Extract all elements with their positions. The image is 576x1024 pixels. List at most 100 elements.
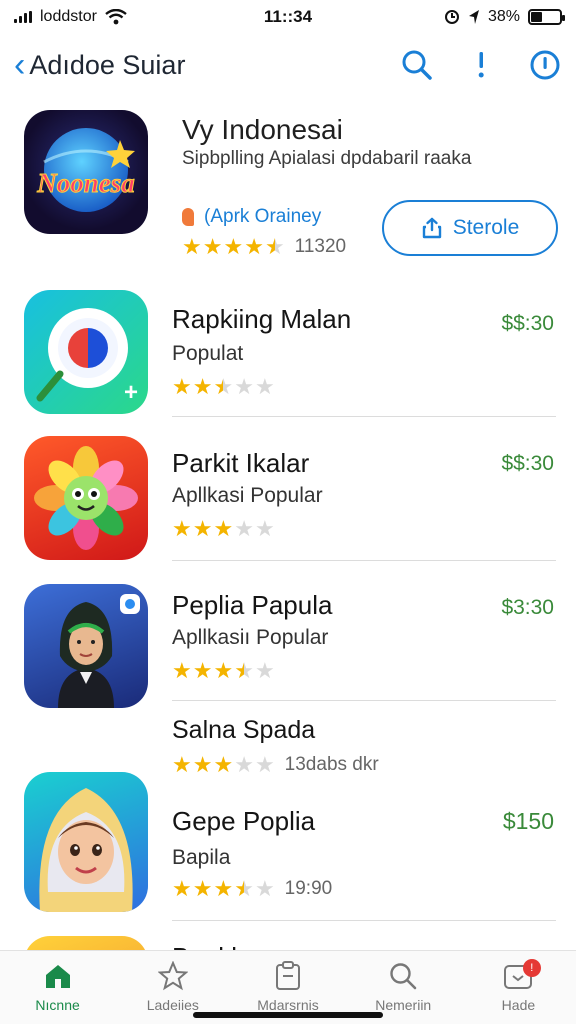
star-rating: ★ ★ ★ ★ ★ xyxy=(172,878,275,900)
tab-bar: Nıcnne Ladeiies Mdarsrnis Nemeriin ! Had… xyxy=(0,950,576,1024)
app-rating: ★ ★ ★ ★ ★ xyxy=(172,518,275,540)
star-icon: ★ xyxy=(254,876,275,901)
star-icon: ★ xyxy=(172,374,192,399)
tab-home[interactable]: Nıcnne xyxy=(0,951,115,1024)
star-rating: ★ ★ ★ ★ ★ xyxy=(172,660,275,682)
app-subtitle: Bapila xyxy=(172,846,231,869)
get-app-button[interactable]: Sterole xyxy=(382,200,558,256)
star-icon: ★ xyxy=(192,658,213,683)
location-icon xyxy=(468,10,479,24)
tab-label: Nıcnne xyxy=(35,997,80,1013)
divider xyxy=(172,416,556,417)
status-bar: loddstor 11::34 38% xyxy=(0,0,576,34)
app-rating: ★ ★ ★ ★ ★ xyxy=(172,376,275,398)
app-price[interactable]: $$:30 xyxy=(501,452,554,476)
star-icon: ★ xyxy=(244,234,264,259)
featured-app-developer[interactable]: (Aprk Orainey xyxy=(182,206,321,228)
divider xyxy=(172,920,556,921)
back-button-label[interactable]: Adıdoe Suiar xyxy=(29,50,185,81)
app-list-item[interactable]: Peplia Papula Apllkasiı Popular ★ ★ ★ ★ ★ $3… xyxy=(0,580,576,708)
featured-app-card[interactable]: Noonesa Vy Indonesai Sipbplling Apialasi… xyxy=(0,100,576,268)
star-icon: ★ xyxy=(234,876,254,901)
get-button-label: Sterole xyxy=(452,216,520,239)
star-icon: ★ xyxy=(213,658,234,683)
hijab-girl-avatar-logo-icon xyxy=(39,788,133,912)
tab-label: Ladeiies xyxy=(146,997,199,1013)
app-subtitle: Apllkasi Popular xyxy=(172,484,323,507)
star-icon: ★ xyxy=(213,374,234,399)
tab-label: Mdarsrnis xyxy=(257,997,319,1013)
developer-badge-icon xyxy=(182,208,194,226)
home-indicator[interactable] xyxy=(193,1012,383,1018)
info-icon xyxy=(530,50,560,80)
star-icon: ★ xyxy=(234,516,254,541)
featured-icon-text: Noonesa xyxy=(36,168,135,198)
star-icon: ★ xyxy=(172,516,192,541)
star-rating: ★ ★ ★ ★ ★ xyxy=(172,376,275,398)
star-icon xyxy=(157,961,188,991)
star-icon: ★ xyxy=(213,516,234,541)
flower-face-logo-icon xyxy=(34,446,138,550)
search-lens-logo-icon: + xyxy=(36,308,138,406)
app-list-item[interactable]: Parkit Ikalar Apllkasi Popular ★ ★ ★ ★ ★ $$:… xyxy=(0,434,576,564)
divider xyxy=(172,560,556,561)
app-title[interactable]: Salna Spada xyxy=(172,716,315,745)
app-list-item[interactable]: Salna Spada ★ ★ ★ ★ ★ 13dabs dkr xyxy=(0,714,576,776)
app-icon[interactable] xyxy=(24,436,148,560)
info-button[interactable] xyxy=(528,48,562,82)
app-title[interactable]: Rapkiing Malan xyxy=(172,304,351,335)
star-icon: ★ xyxy=(254,374,275,399)
developer-label: (Aprk Orainey xyxy=(204,206,322,227)
app-subtitle: Populat xyxy=(172,342,244,365)
back-chevron-icon[interactable]: ‹ xyxy=(14,48,25,82)
featured-app-rating: ★ ★ ★ ★ ★ 11320 xyxy=(182,236,346,258)
tab-label: Hade xyxy=(501,997,536,1013)
star-icon: ★ xyxy=(234,374,254,399)
featured-app-subtitle: Sipbplling Apialasi dpdabaril raaka xyxy=(182,148,472,169)
globe-logo-icon: Noonesa xyxy=(36,128,135,212)
star-icon: ★ xyxy=(223,234,244,259)
app-subtitle: Apllkasiı Popular xyxy=(172,626,329,649)
featured-app-title[interactable]: Vy Indonesai xyxy=(182,114,343,146)
app-price[interactable]: $150 xyxy=(503,808,554,835)
star-icon: ★ xyxy=(192,516,213,541)
star-icon: ★ xyxy=(264,234,285,259)
nav-bar: ‹ Adıdoe Suiar xyxy=(0,38,576,92)
search-icon xyxy=(388,961,418,991)
star-icon: ★ xyxy=(182,234,202,259)
battery-icon xyxy=(528,9,565,25)
app-icon[interactable] xyxy=(24,772,148,912)
app-icon[interactable] xyxy=(24,584,148,708)
app-price[interactable]: $3:30 xyxy=(501,596,554,620)
star-rating: ★ ★ ★ ★ ★ xyxy=(172,518,275,540)
wifi-icon xyxy=(105,9,127,25)
notification-badge: ! xyxy=(522,959,541,977)
app-list-item[interactable]: Gepe Poplia Bapila ★ ★ ★ ★ ★ 19:90 $150 xyxy=(0,770,576,924)
app-rating: ★ ★ ★ ★ ★ 19:90 xyxy=(172,878,332,900)
star-icon: ★ xyxy=(172,658,192,683)
home-icon xyxy=(43,961,73,991)
more-options-button[interactable] xyxy=(464,48,498,82)
app-icon[interactable]: + xyxy=(24,290,148,414)
search-button[interactable] xyxy=(400,48,434,82)
tab-label: Nemeriin xyxy=(375,997,432,1013)
star-icon: ★ xyxy=(213,876,234,901)
app-list-item[interactable]: + Rapkiing Malan Populat ★ ★ ★ ★ ★ $$:30 xyxy=(0,288,576,418)
signal-icon xyxy=(14,11,32,23)
app-title[interactable]: Gepe Poplia xyxy=(172,806,315,837)
more-icon xyxy=(478,52,484,78)
star-icon: ★ xyxy=(192,374,213,399)
hijab-avatar-logo-icon xyxy=(58,594,140,708)
app-title[interactable]: Parkit Ikalar xyxy=(172,448,309,479)
tab-updates[interactable]: ! Hade xyxy=(461,951,576,1024)
app-title[interactable]: Peplia Papula xyxy=(172,590,332,621)
battery-percent: 38% xyxy=(487,8,520,25)
app-price[interactable]: $$:30 xyxy=(501,312,554,336)
rating-count: 11320 xyxy=(294,236,347,257)
rating-count: 19:90 xyxy=(284,878,333,899)
divider xyxy=(172,700,556,701)
clipboard-icon xyxy=(273,961,303,991)
featured-app-icon[interactable]: Noonesa xyxy=(24,110,148,234)
alarm-icon xyxy=(444,10,459,24)
star-icon: ★ xyxy=(234,658,254,683)
